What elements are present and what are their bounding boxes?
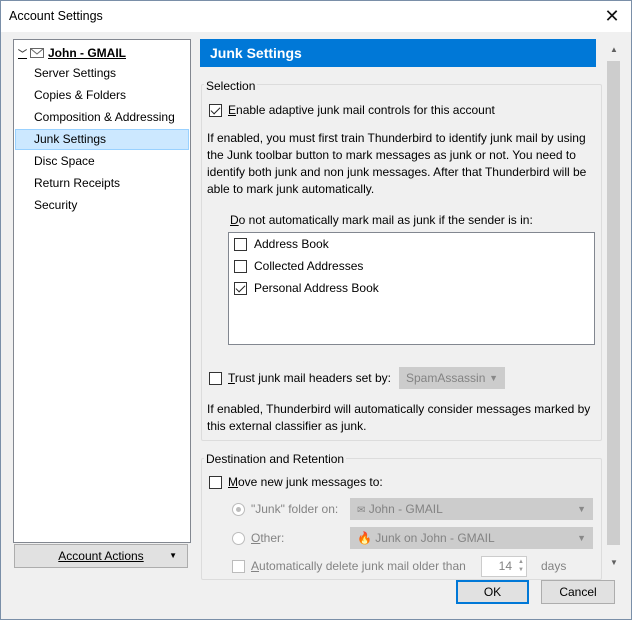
chevron-down-icon: ▼ xyxy=(577,504,586,514)
account-tree[interactable]: ﹀ John - GMAIL Server Settings Copies & … xyxy=(13,39,191,543)
destination-group-label: Destination and Retention xyxy=(204,452,347,466)
panel-scrollbar[interactable]: ▲ ▼ xyxy=(606,39,621,573)
chevron-down-icon: ▼ xyxy=(489,373,498,383)
enable-junk-checkbox[interactable] xyxy=(209,104,222,117)
trust-headers-label[interactable]: Trust junk mail headers set by: xyxy=(228,371,391,385)
collected-addresses-checkbox[interactable] xyxy=(234,260,247,273)
trust-headers-checkbox[interactable] xyxy=(209,372,222,385)
other-folder-label: Other: xyxy=(251,531,285,545)
whitelist-label: Do not automatically mark mail as junk i… xyxy=(230,213,533,227)
auto-delete-label: Automatically delete junk mail older tha… xyxy=(251,559,466,573)
other-folder-radio[interactable] xyxy=(232,532,245,545)
title-bar: Account Settings ✕ xyxy=(1,1,631,32)
close-icon[interactable]: ✕ xyxy=(593,1,631,32)
junk-folder-radio[interactable] xyxy=(232,503,245,516)
chevron-down-icon[interactable]: ﹀ xyxy=(18,47,28,60)
junk-folder-select[interactable]: ✉ John - GMAIL ▼ xyxy=(350,498,593,520)
other-folder-select[interactable]: 🔥 Junk on John - GMAIL ▼ xyxy=(350,527,593,549)
sidebar-item-disc-space[interactable]: Disc Space xyxy=(15,151,189,172)
list-item[interactable]: Personal Address Book xyxy=(254,281,379,295)
account-icon: ✉ xyxy=(357,505,366,516)
page-title: Junk Settings xyxy=(200,39,596,67)
spinner-arrows-icon[interactable]: ▲ ▼ xyxy=(518,558,524,574)
junk-folder-label: "Junk" folder on: xyxy=(251,502,339,516)
list-item[interactable]: Address Book xyxy=(254,237,329,251)
scroll-down-icon[interactable]: ▼ xyxy=(610,558,618,567)
trust-headers-select[interactable]: SpamAssassin ▼ xyxy=(399,367,505,389)
chevron-down-icon: ▼ xyxy=(577,533,586,543)
move-junk-label[interactable]: Move new junk messages to: xyxy=(228,475,383,489)
envelope-icon xyxy=(30,48,44,58)
sidebar-item-return-receipts[interactable]: Return Receipts xyxy=(15,173,189,194)
ok-button[interactable]: OK xyxy=(456,580,529,604)
personal-address-book-checkbox[interactable] xyxy=(234,282,247,295)
address-book-checkbox[interactable] xyxy=(234,238,247,251)
scroll-up-icon[interactable]: ▲ xyxy=(610,45,618,54)
caret-down-icon: ▼ xyxy=(169,551,177,560)
auto-delete-days-input[interactable]: 14 ▲ ▼ xyxy=(481,556,527,577)
days-label: days xyxy=(541,559,567,573)
account-name: John - GMAIL xyxy=(48,46,126,60)
sidebar-item-server-settings[interactable]: Server Settings xyxy=(15,63,189,84)
window-title: Account Settings xyxy=(9,9,103,23)
address-book-list[interactable]: Address Book Collected Addresses Persona… xyxy=(228,232,595,345)
sidebar-item-junk-settings[interactable]: Junk Settings xyxy=(15,129,189,150)
sidebar-item-security[interactable]: Security xyxy=(15,195,189,216)
cancel-button[interactable]: Cancel xyxy=(541,580,615,604)
enable-junk-label[interactable]: Enable adaptive junk mail controls for t… xyxy=(228,103,495,117)
account-actions-button[interactable]: Account Actions ▼ xyxy=(14,544,188,568)
move-junk-checkbox[interactable] xyxy=(209,476,222,489)
auto-delete-checkbox[interactable] xyxy=(232,560,245,573)
selection-group-label: Selection xyxy=(204,79,258,93)
tree-account-root[interactable]: ﹀ John - GMAIL xyxy=(18,44,126,62)
sidebar-item-composition[interactable]: Composition & Addressing xyxy=(15,107,189,128)
list-item[interactable]: Collected Addresses xyxy=(254,259,363,273)
junk-flame-icon: 🔥 xyxy=(357,531,372,545)
selection-description: If enabled, you must first train Thunder… xyxy=(207,131,587,196)
trust-description: If enabled, Thunderbird will automatical… xyxy=(207,402,591,433)
scroll-thumb[interactable] xyxy=(607,61,620,545)
sidebar-item-copies-folders[interactable]: Copies & Folders xyxy=(15,85,189,106)
